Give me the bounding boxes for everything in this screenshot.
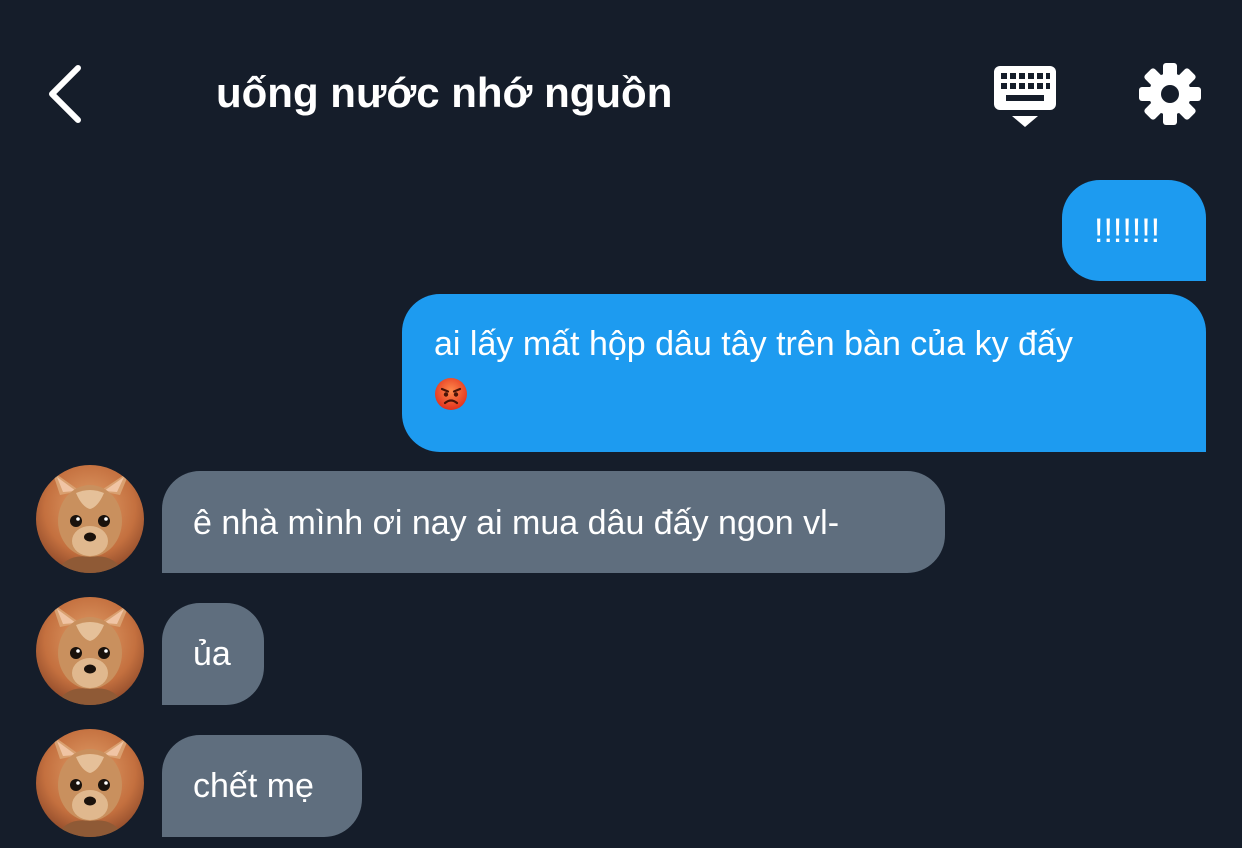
angry-face-icon bbox=[435, 378, 467, 410]
dog-avatar-icon bbox=[36, 729, 144, 837]
message-text: !!!!!!! bbox=[1094, 212, 1161, 250]
chevron-left-icon bbox=[49, 65, 81, 123]
incoming-message[interactable]: chết mẹ bbox=[162, 735, 362, 837]
message-text: ủa bbox=[193, 635, 231, 673]
settings-button[interactable] bbox=[1138, 62, 1202, 126]
chat-header: uống nước nhớ nguồn bbox=[0, 0, 1242, 180]
avatar[interactable] bbox=[36, 729, 144, 837]
avatar[interactable] bbox=[36, 597, 144, 705]
chat-title: uống nước nhớ nguồn bbox=[216, 69, 673, 116]
avatar[interactable] bbox=[36, 465, 144, 573]
gear-icon bbox=[1139, 63, 1201, 125]
outgoing-message[interactable]: !!!!!!! bbox=[1062, 180, 1206, 281]
incoming-message[interactable]: ê nhà mình ơi nay ai mua dâu đấy ngon vl… bbox=[162, 471, 945, 573]
dog-avatar-icon bbox=[36, 597, 144, 705]
outgoing-message[interactable]: ai lấy mất hộp dâu tây trên bàn của ky đ… bbox=[402, 294, 1206, 452]
message-text: chết mẹ bbox=[193, 767, 314, 805]
keyboard-icon bbox=[994, 66, 1056, 127]
dog-avatar-icon bbox=[36, 465, 144, 573]
message-text: ai lấy mất hộp dâu tây trên bàn của ky đ… bbox=[434, 325, 1073, 363]
incoming-message[interactable]: ủa bbox=[162, 603, 264, 705]
keyboard-button[interactable] bbox=[992, 64, 1058, 130]
message-text: ê nhà mình ơi nay ai mua dâu đấy ngon vl… bbox=[193, 504, 840, 542]
back-button[interactable] bbox=[40, 58, 100, 130]
